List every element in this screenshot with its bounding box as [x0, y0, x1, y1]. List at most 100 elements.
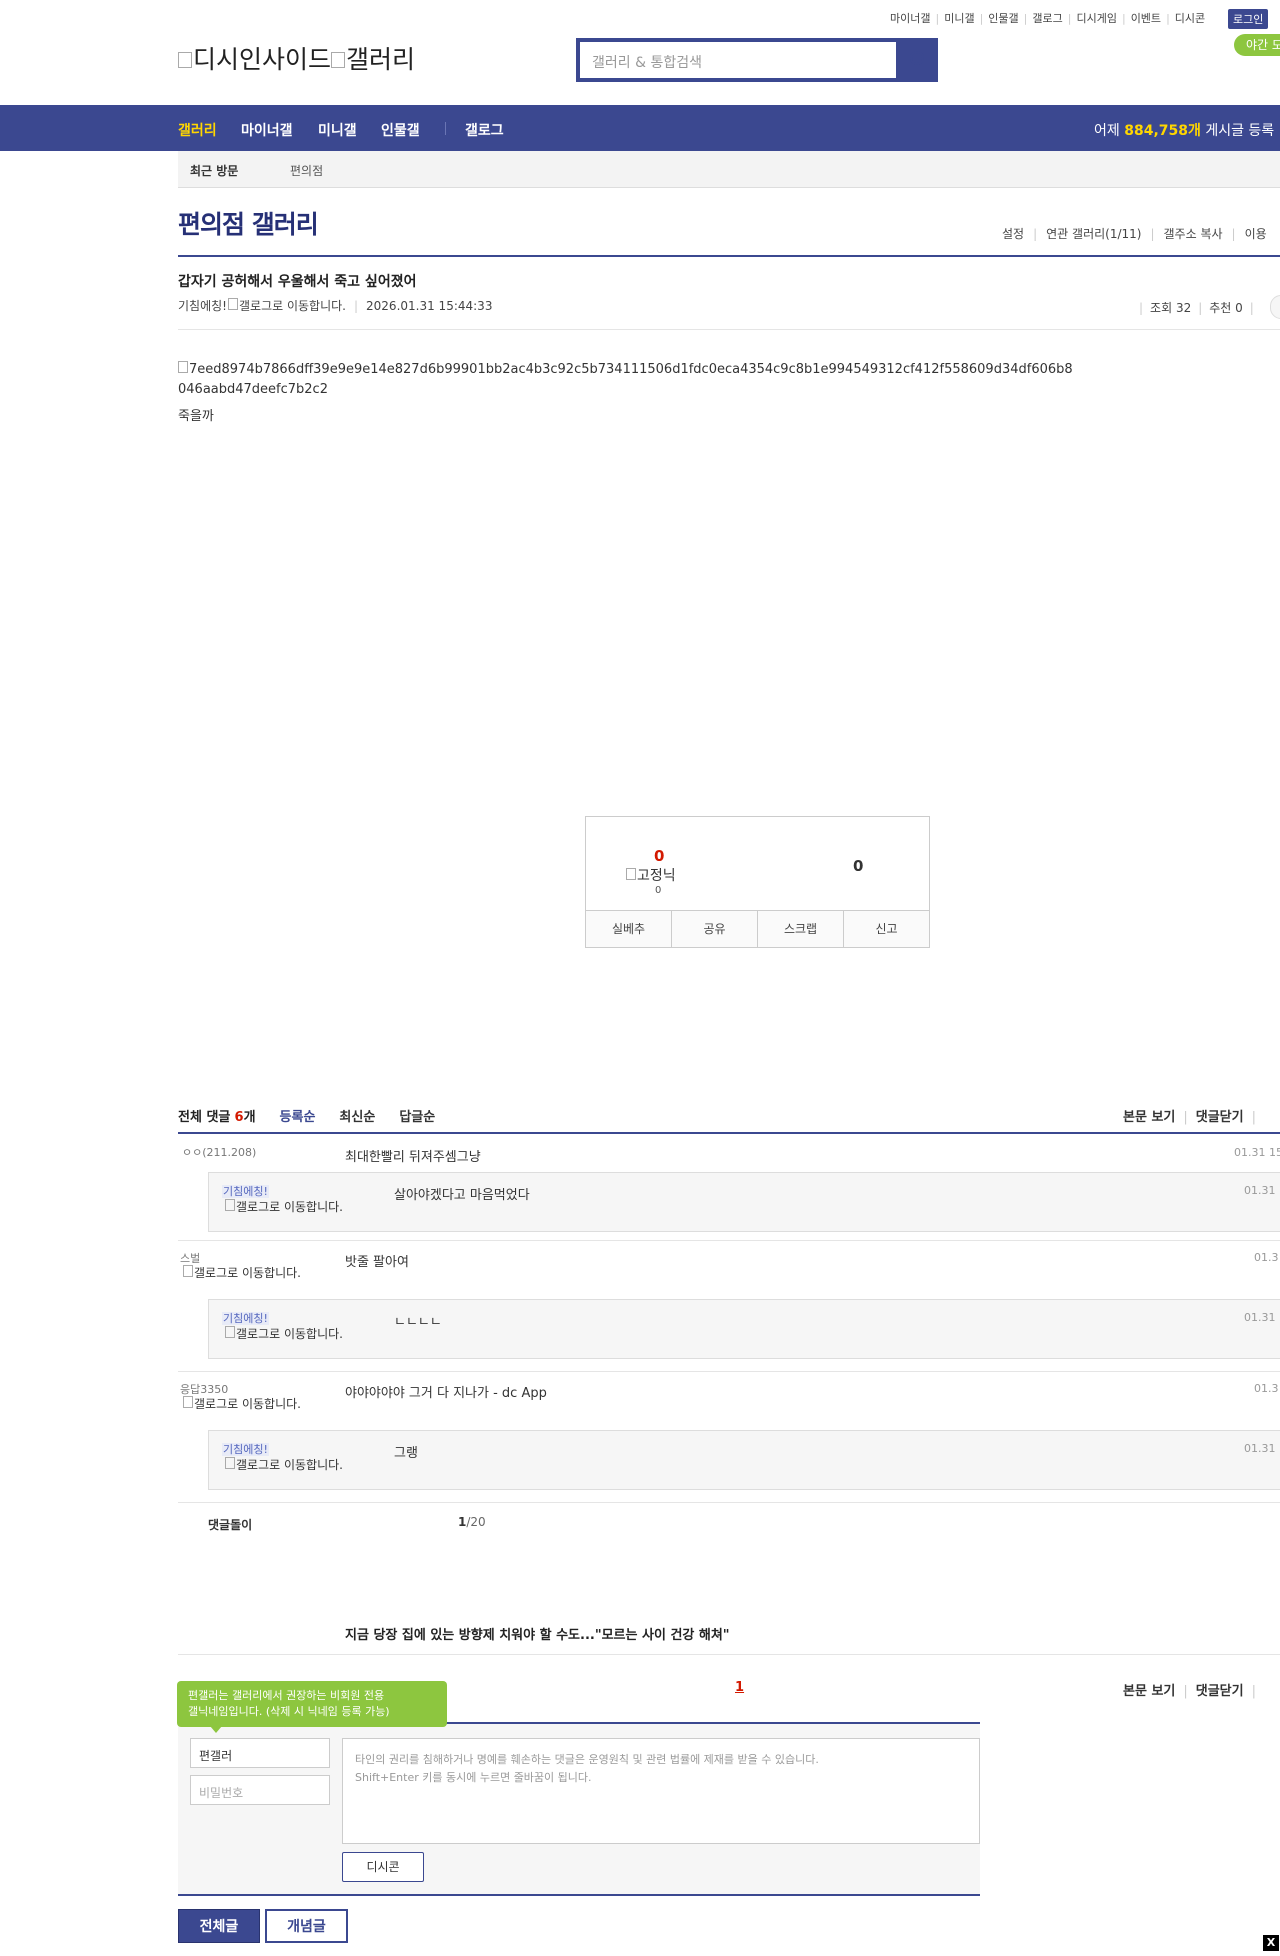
recent-visit-bar: 최근 방문 편의점 [178, 151, 1280, 188]
gallery-tools: 설정 | 연관 갤러리(1/11) | 갤주소 복사 | 이용 [1002, 227, 1267, 241]
comment-header: 전체 댓글 6개 등록순 최신순 답글순 [178, 1110, 436, 1125]
post-body: 죽을까 [178, 409, 214, 424]
search-button[interactable] [900, 38, 938, 82]
search-icon [910, 51, 924, 65]
reply-date: 01.31 1 [1244, 1442, 1280, 1455]
login-button[interactable]: 로그인 [1228, 9, 1269, 29]
nav-gallog[interactable]: 갤로그 [465, 120, 504, 140]
sort-reply[interactable]: 답글순 [399, 1110, 435, 1125]
comment-textarea[interactable]: 타인의 권리를 침해하거나 명예를 훼손하는 댓글은 운영원칙 및 관련 법률에… [342, 1738, 980, 1844]
upvote-count[interactable]: 0 [654, 847, 664, 865]
all-posts-button[interactable]: 전체글 [178, 1909, 260, 1943]
comment-page-1[interactable]: 1 [735, 1680, 744, 1695]
nav-mini[interactable]: 미니갤 [318, 120, 357, 140]
scrap-button[interactable]: 스크랩 [758, 911, 844, 947]
comment-nick[interactable]: 스벌 갤로그로 이동합니다. [180, 1253, 310, 1280]
nav-divider [445, 122, 446, 135]
post-stats-ticker: 어제 884,758개 게시글 등록 [1094, 123, 1275, 139]
close-icon[interactable]: X [1263, 1935, 1279, 1951]
broken-image-icon [183, 1396, 193, 1408]
downvote-count[interactable]: 0 [853, 857, 863, 875]
concept-posts-button[interactable]: 개념글 [265, 1909, 348, 1943]
recommend-box: 0 고정닉 0 0 실베추 공유 스크랩 신고 [585, 816, 930, 948]
sort-latest[interactable]: 최신순 [339, 1110, 375, 1125]
copy-address-link[interactable]: 갤주소 복사 [1164, 227, 1223, 241]
reply-text: 살아야겠다고 마음먹었다 [394, 1188, 530, 1203]
dccon-button[interactable]: 디시콘 [342, 1852, 424, 1882]
top-link-dccon[interactable]: 디시콘 [1175, 12, 1205, 25]
write-bottom-divider [178, 1894, 980, 1896]
view-body-button[interactable]: 본문 보기 [1123, 1110, 1175, 1125]
main-nav: 갤러리 마이너갤 미니갤 인물갤 갤로그 어제 884,758개 게시글 등록 [0, 105, 1280, 151]
top-link-minor[interactable]: 마이너갤 [890, 12, 930, 25]
news-headline[interactable]: 지금 당장 집에 있는 방향제 치워야 할 수도..."모르는 사이 건강 해쳐… [345, 1624, 730, 1643]
view-body-button[interactable]: 본문 보기 [1123, 1684, 1175, 1699]
comment-separator [178, 1502, 1280, 1503]
nickname-tooltip: 편갤러는 갤러리에서 권장하는 비회원 전용 갤닉네임입니다. (삭제 시 닉네임… [177, 1681, 447, 1727]
broken-image-icon [178, 361, 188, 373]
close-comments-button[interactable]: 댓글닫기 [1196, 1110, 1244, 1125]
post-date: 2026.01.31 15:44:33 [366, 299, 493, 313]
gallery-title[interactable]: 편의점 갤러리 [178, 205, 319, 241]
recent-visit-item[interactable]: 편의점 [290, 162, 323, 179]
comment-bot-title: 댓글돌이 [208, 1518, 253, 1532]
comment-text: 최대한빨리 뒤져주셈그냥 [345, 1150, 481, 1165]
comment-jump-button[interactable] [1270, 295, 1280, 319]
password-field[interactable]: 비밀번호 [190, 1775, 330, 1805]
title-divider [178, 255, 1280, 257]
fixed-nick-count: 0 [655, 885, 662, 896]
recent-visit-label[interactable]: 최근 방문 [190, 162, 238, 179]
broken-image-icon [225, 1457, 235, 1469]
site-logo[interactable]: 디시인사이드 갤러리 [178, 40, 415, 76]
nav-person[interactable]: 인물갤 [381, 120, 420, 140]
comment-separator [178, 1240, 1280, 1241]
reply-nick[interactable]: 기침에칭! 갤로그로 이동합니다. [222, 1183, 352, 1214]
broken-image-icon [183, 1265, 193, 1277]
broken-image-icon [225, 1326, 235, 1338]
broken-image-icon [331, 52, 346, 68]
usage-link[interactable]: 이용 [1245, 227, 1267, 241]
comment-nick[interactable]: 응답3350 갤로그로 이동합니다. [180, 1384, 310, 1411]
share-button[interactable]: 공유 [672, 911, 758, 947]
tooltip-arrow [210, 1726, 222, 1733]
top-link-event[interactable]: 이벤트 [1131, 12, 1161, 25]
comment-date: 01.3 [1254, 1382, 1279, 1395]
news-divider [178, 1654, 1280, 1655]
nav-minor[interactable]: 마이너갤 [241, 120, 293, 140]
night-mode-toggle[interactable]: 야간 모 [1234, 34, 1280, 56]
broken-image-icon [227, 298, 238, 310]
top-link-person[interactable]: 인물갤 [988, 12, 1018, 25]
post-image[interactable]: 7eed8974b7866dff39e9e9e14e827d6b99901bb2… [178, 360, 1078, 400]
top-link-gallog[interactable]: 갤로그 [1032, 12, 1062, 25]
post-author[interactable]: 기침에칭! [178, 299, 227, 313]
nav-gallery[interactable]: 갤러리 [178, 120, 217, 140]
reply-text: 그랭 [394, 1446, 418, 1461]
close-comments-button[interactable]: 댓글닫기 [1196, 1684, 1244, 1699]
post-stats: | 조회 32 | 추천 0 | [1139, 301, 1254, 315]
search-input[interactable]: 갤러리 & 통합검색 [580, 42, 896, 78]
gallog-link[interactable]: 갤로그로 이동합니다. [239, 299, 346, 313]
comment-text: 야야야야야 그거 다 지나가 - dc App [345, 1386, 547, 1401]
post-header-divider [178, 329, 1280, 330]
recommend-actions: 실베추 공유 스크랩 신고 [586, 910, 929, 947]
post-meta: 기침에칭! 갤로그로 이동합니다. | 2026.01.31 15:44:33 [178, 298, 493, 313]
reply-box: 기침에칭! 갤로그로 이동합니다. ㄴㄴㄴㄴ 01.31 1 [208, 1299, 1280, 1359]
nickname-field[interactable]: 편갤러 [190, 1738, 330, 1768]
comment-count: 6 [234, 1110, 244, 1125]
comment-bot-pager[interactable]: 1/20 [458, 1515, 486, 1529]
related-gallery-link[interactable]: 연관 갤러리(1/11) [1046, 227, 1141, 241]
broken-image-icon [178, 52, 192, 68]
reply-nick[interactable]: 기침에칭! 갤로그로 이동합니다. [222, 1441, 352, 1472]
reply-nick[interactable]: 기침에칭! 갤로그로 이동합니다. [222, 1310, 352, 1341]
silbechu-button[interactable]: 실베추 [586, 911, 672, 947]
settings-link[interactable]: 설정 [1002, 227, 1024, 241]
reply-box: 기침에칭! 갤로그로 이동합니다. 그랭 01.31 1 [208, 1430, 1280, 1490]
top-link-mini[interactable]: 미니갤 [944, 12, 974, 25]
reply-date: 01.31 1 [1244, 1184, 1280, 1197]
recommend-count: 추천 0 [1209, 301, 1243, 315]
report-button[interactable]: 신고 [844, 911, 929, 947]
comment-nick[interactable]: ㅇㅇ(211.208) [182, 1147, 256, 1159]
comment-date: 01.31 15 [1234, 1146, 1280, 1159]
top-link-game[interactable]: 디시게임 [1076, 12, 1116, 25]
sort-registered[interactable]: 등록순 [280, 1110, 316, 1125]
